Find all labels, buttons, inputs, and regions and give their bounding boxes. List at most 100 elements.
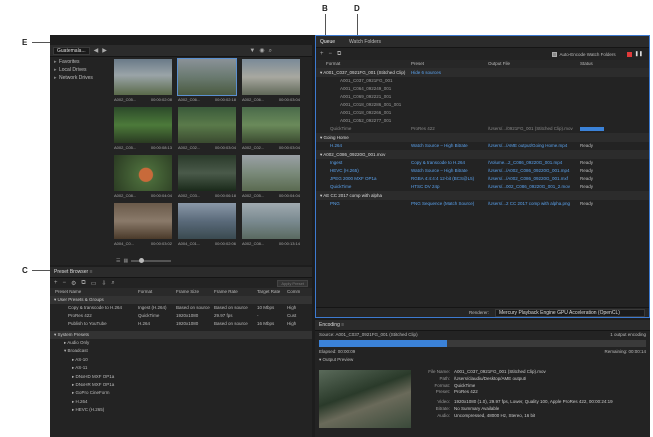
media-thumbnail[interactable]: A002_C02... 00:00:03:04	[178, 107, 238, 153]
forward-icon[interactable]: ▶	[102, 47, 107, 55]
queue-panel: Queue Watch Folders + − ⧉ Auto-Encode Wa…	[315, 35, 650, 318]
thumbnail-image	[114, 155, 172, 191]
tab-watch-folders[interactable]: Watch Folders	[349, 39, 381, 45]
remove-preset-icon[interactable]: −	[63, 280, 67, 286]
system-preset-as-11[interactable]: ▸ AS-11	[50, 364, 312, 372]
source-clip-row: A001_C018_092266_001	[340, 110, 392, 115]
callout-d-line	[357, 14, 358, 36]
media-thumbnail[interactable]: A002_C05... 00:00:02:08	[114, 59, 174, 105]
system-preset-dnxhd[interactable]: ▸ DNxHD MXF OP1a	[50, 373, 312, 381]
media-browser-toolbar: Guatemala... ◀ ▶ ▼ ◉ ⌕	[50, 45, 312, 57]
queue-output-row[interactable]: H.264 Watch Source – High Bitrate /Users…	[316, 142, 649, 150]
media-thumbnail[interactable]: A002_C06... 00:00:03:04	[242, 59, 302, 105]
location-tree: ▸ Favorites ▸ Local Drives ▸ Network Drives	[50, 58, 112, 265]
media-browser-footer: ☰ ▦	[112, 257, 312, 265]
preset-toolbar: + − ⚙ ⧉ ▭ ⇩ ⌕ Apply Preset	[50, 278, 312, 288]
tree-item-local-drives[interactable]: ▸ Local Drives	[50, 66, 112, 74]
media-thumbnail[interactable]: A004_C0... 00:00:03:02	[114, 203, 174, 249]
callout-c-line	[32, 270, 50, 271]
encoding-source-line: Source: A001_C037_0921FG_001 (Stitched C…	[319, 332, 646, 337]
thumbnail-image	[178, 155, 236, 191]
output-preview-image	[319, 370, 411, 428]
system-presets-group[interactable]: ▾ System Presets	[50, 331, 312, 339]
preset-row[interactable]: Publish to YouTube H.264 1920x1080 Based…	[50, 320, 312, 328]
tab-queue[interactable]: Queue	[320, 39, 335, 45]
list-view-icon[interactable]: ☰	[116, 258, 120, 264]
import-icon[interactable]: ⇩	[101, 280, 106, 287]
hide-sources-link[interactable]: Hide 6 sources	[411, 68, 488, 77]
system-preset-as-10[interactable]: ▸ AS-10	[50, 356, 312, 364]
callout-c: C	[22, 266, 28, 275]
queue-output-row[interactable]: PNG PNG Sequence (Match Source) /Users/.…	[316, 200, 649, 208]
auto-encode-toggle[interactable]: Auto-Encode Watch Folders ❚❚	[551, 51, 643, 57]
preset-row[interactable]: Copy & transcode to H.264 Ingest (H.264)…	[50, 304, 312, 312]
source-clip-row: A001_C037_0921FG_001	[340, 78, 393, 83]
system-preset-broadcast[interactable]: ▾ Broadcast	[50, 347, 312, 355]
output-preview-toggle[interactable]: ▾ Output Preview	[315, 356, 650, 364]
thumbnail-image	[114, 203, 172, 239]
queue-output-row[interactable]: QuickTime ProRes 422 /Users/.../0921FG_0…	[316, 125, 649, 133]
thumbnail-view-icon[interactable]: ▦	[123, 258, 128, 264]
search-icon[interactable]: ⌕	[111, 280, 114, 287]
encoding-tab[interactable]: Encoding ≡	[315, 320, 650, 331]
queue-item-stitched[interactable]: ▾ A001_C037_0921FG_001 (Stitched Clip) H…	[316, 68, 649, 77]
queue-item-a002[interactable]: ▾ A002_C086_09220G_001.mov	[316, 150, 649, 159]
media-thumbnail[interactable]: A002_C05... 00:00:04:04	[242, 155, 302, 201]
apply-preset-button[interactable]: Apply Preset	[277, 279, 308, 287]
queue-output-row[interactable]: JPEG 2000 MXF OP1a RGBA 4:4:4:4 12-bit (…	[316, 175, 649, 183]
encoding-progress-fill	[319, 340, 447, 347]
queue-item-ae-comp[interactable]: ▾ AE CC 2017 comp with alpha	[316, 191, 649, 200]
media-thumbnail[interactable]: A002_C06... 00:00:02:18	[177, 58, 238, 105]
system-preset-gopro[interactable]: ▸ GoPro CineForm	[50, 389, 312, 397]
location-dropdown[interactable]: Guatemala...	[53, 46, 90, 55]
renderer-dropdown[interactable]: Mercury Playback Engine GPU Acceleration…	[495, 308, 645, 317]
search-icon[interactable]: ⌕	[269, 47, 272, 55]
folder-icon[interactable]: ▭	[91, 280, 97, 287]
thumbnail-image	[114, 107, 172, 143]
thumbnail-image	[178, 107, 236, 143]
pause-icon[interactable]: ❚❚	[635, 51, 643, 57]
duplicate-icon[interactable]: ⧉	[81, 280, 85, 287]
view-icon[interactable]: ◉	[259, 47, 264, 55]
preset-row[interactable]: ProRes 422 QuickTime 1920x1080 29.97 fps…	[50, 312, 312, 320]
stop-queue-button[interactable]	[626, 51, 632, 57]
settings-icon[interactable]: ⚙	[71, 280, 76, 287]
tree-item-favorites[interactable]: ▸ Favorites	[50, 58, 112, 66]
add-preset-icon[interactable]: +	[54, 280, 58, 286]
duplicate-icon[interactable]: ⧉	[337, 51, 341, 58]
add-source-icon[interactable]: +	[320, 51, 324, 57]
source-clip-row: A001_C064_092249_001	[340, 86, 392, 91]
queue-item-going-home[interactable]: ▾ Going Home	[316, 133, 649, 142]
queue-tabs: Queue Watch Folders	[316, 36, 649, 48]
media-thumbnail[interactable]: A002_C02... 00:00:03:04	[242, 107, 302, 153]
tree-item-network-drives[interactable]: ▸ Network Drives	[50, 74, 112, 82]
thumbnail-size-slider[interactable]	[131, 258, 172, 263]
source-clip-row: A001_C052_092277_001	[340, 118, 392, 123]
media-thumbnail[interactable]: A002_C08... 00:00:13:14	[242, 203, 302, 249]
media-thumbnail[interactable]: A002_C05... 00:00:08:13	[114, 107, 174, 153]
queue-output-row[interactable]: Ingest Copy & transcode to H.264 /Volume…	[316, 159, 649, 167]
thumbnail-image	[242, 203, 300, 239]
system-preset-hevc[interactable]: ▸ HEVC (H.265)	[50, 406, 312, 414]
thumbnail-image	[177, 58, 237, 96]
renderer-bar: Renderer: Mercury Playback Engine GPU Ac…	[316, 307, 649, 317]
back-icon[interactable]: ◀	[94, 47, 99, 55]
media-thumbnail[interactable]: A002_C08... 00:00:04:04	[114, 155, 174, 201]
system-preset-h264[interactable]: ▸ H.264	[50, 398, 312, 406]
thumbnail-image	[242, 155, 300, 191]
user-presets-group[interactable]: ▾ User Presets & Groups	[50, 296, 312, 304]
system-preset-dnxhr[interactable]: ▸ DNxHR MXF OP1a	[50, 381, 312, 389]
thumbnail-image	[114, 59, 172, 95]
media-thumbnail[interactable]: A004_C01... 00:00:02:06	[178, 203, 238, 249]
callout-e: E	[22, 38, 28, 47]
filter-icon[interactable]: ▼	[249, 47, 255, 55]
auto-encode-checkbox[interactable]	[551, 51, 557, 57]
remove-icon[interactable]: −	[329, 51, 333, 57]
media-thumbnail[interactable]: A002_C03... 00:00:06:18	[178, 155, 238, 201]
queue-output-row[interactable]: HEVC (H.265) Watch Source – High Bitrate…	[316, 167, 649, 175]
preset-table-header: Preset Name Format Frame Size Frame Rate…	[50, 288, 312, 296]
queue-output-row[interactable]: QuickTime HTSC DV 24p /Users/...002_C086…	[316, 183, 649, 191]
preset-browser-tab[interactable]: Preset Browser ≡	[50, 267, 312, 278]
encoding-panel: Encoding ≡ Source: A001_C037_0921FG_001 …	[315, 320, 650, 437]
system-preset-audio-only[interactable]: ▸ Audio Only	[50, 339, 312, 347]
